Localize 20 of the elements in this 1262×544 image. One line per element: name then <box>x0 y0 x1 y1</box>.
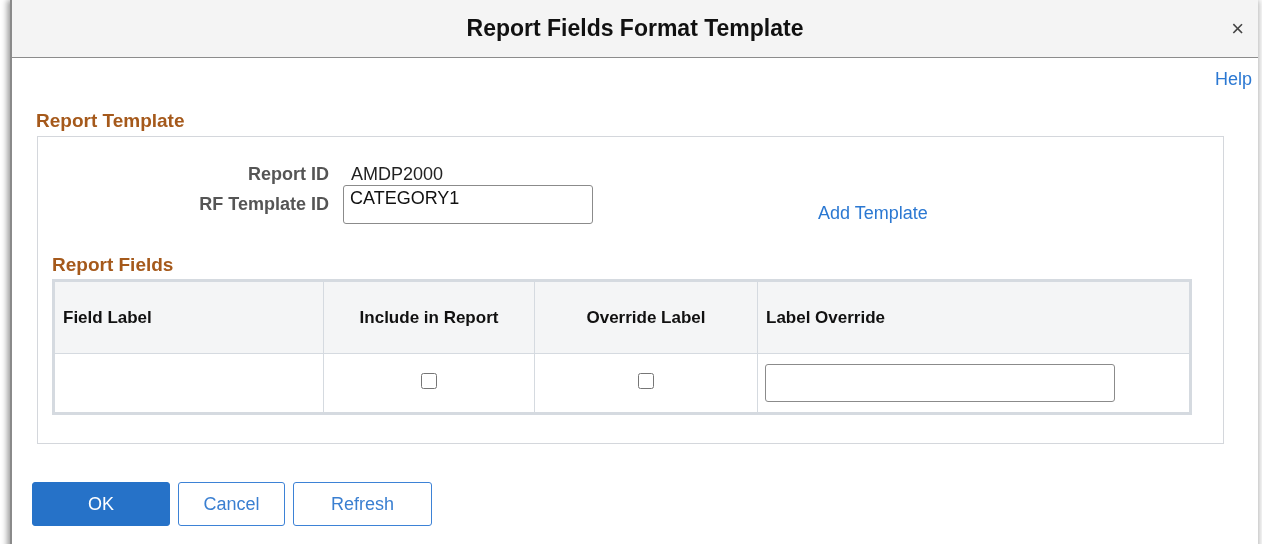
checkbox[interactable] <box>638 373 654 389</box>
column-header: Label Override <box>757 280 1191 354</box>
field-label: RF Template ID <box>198 194 329 215</box>
window-title: Report Fields Format Template <box>466 15 804 42</box>
field-value: AMDP2000 <box>350 164 445 185</box>
add-template-link[interactable]: Add Template <box>818 203 1192 224</box>
input-field[interactable]: CATEGORY1 <box>343 185 593 224</box>
dialog-button[interactable]: Cancel <box>178 482 285 526</box>
dialog-button[interactable]: Refresh <box>293 482 432 526</box>
help-link[interactable]: Help <box>1214 69 1252 97</box>
column-header: Field Label <box>53 280 324 354</box>
ok-button[interactable]: OK <box>32 482 170 526</box>
input-field[interactable] <box>765 364 1115 402</box>
close-button[interactable]: × <box>1227 16 1248 42</box>
column-header: Override Label <box>534 280 758 354</box>
checkbox[interactable] <box>421 373 437 389</box>
section-heading: Report Template <box>36 110 186 132</box>
section-heading: Report Fields <box>52 254 175 276</box>
column-header: Include in Report <box>323 280 535 354</box>
field-label: Report ID <box>247 164 329 185</box>
